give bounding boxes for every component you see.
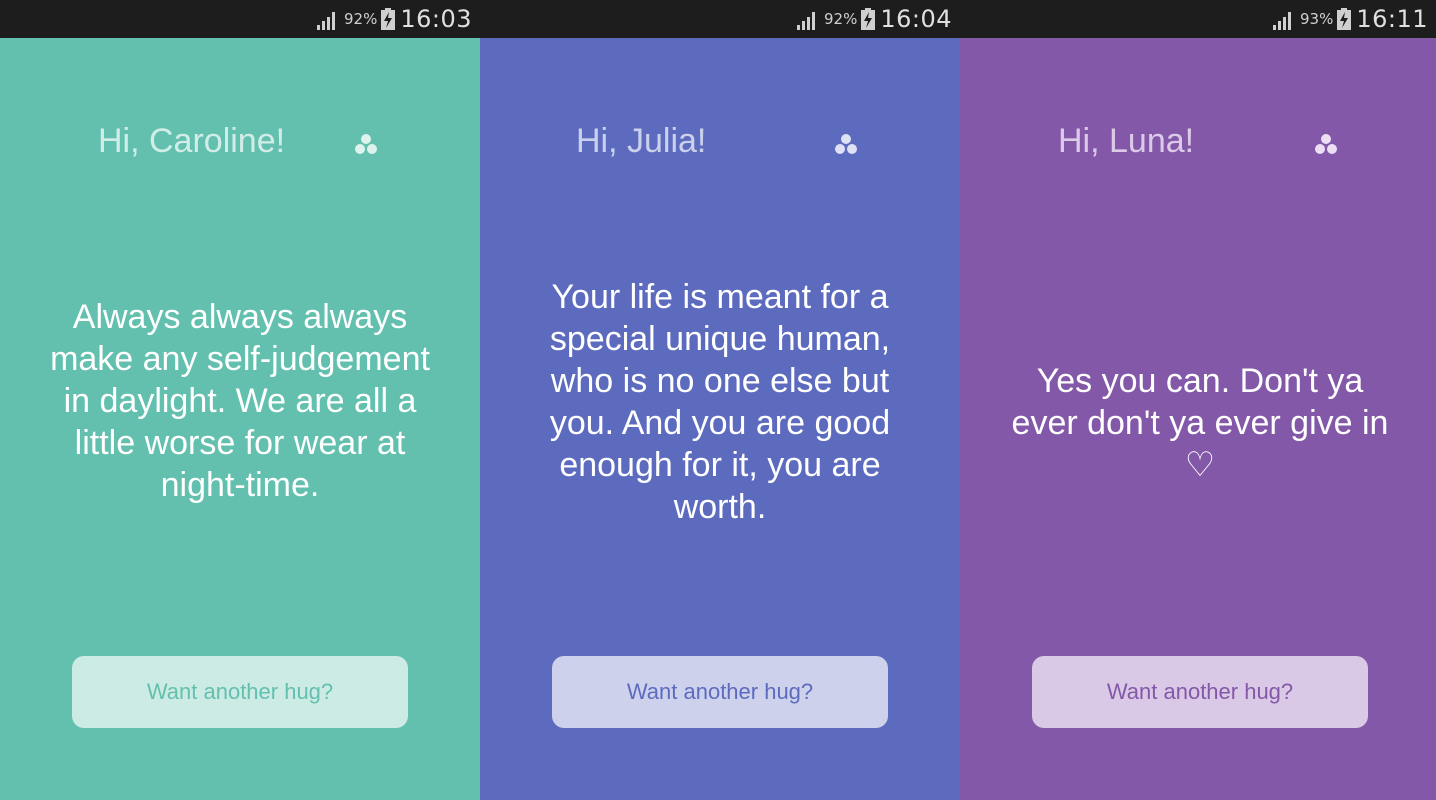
want-another-hug-button[interactable]: Want another hug? <box>72 656 408 728</box>
battery-charging-icon <box>861 8 876 30</box>
hug-content: Hi, Luna! Yes you can. Don't ya ever don… <box>960 38 1436 800</box>
greeting-text: Hi, Julia! <box>576 122 707 160</box>
hug-quote: Always always always make any self-judge… <box>50 298 430 504</box>
greeting-row: Hi, Caroline! <box>0 122 480 162</box>
greeting-text: Hi, Caroline! <box>98 122 286 160</box>
greeting-row: Hi, Luna! <box>960 122 1436 162</box>
three-dots-menu-icon[interactable] <box>1314 132 1338 156</box>
phone-screen-caroline: 92% 16:03 Hi, Caroline! Always always al… <box>0 0 480 800</box>
three-dots-menu-icon[interactable] <box>834 132 858 156</box>
status-bar: 92% 16:04 <box>480 0 960 38</box>
want-another-hug-button[interactable]: Want another hug? <box>552 656 888 728</box>
battery-charging-icon <box>381 8 396 30</box>
hug-quote: Your life is meant for a special unique … <box>549 278 891 526</box>
three-dots-menu-icon[interactable] <box>354 132 378 156</box>
status-bar: 92% 16:03 <box>0 0 480 38</box>
hug-quote: Yes you can. Don't ya ever don't ya ever… <box>1011 362 1389 484</box>
battery-percentage: 92% <box>343 10 378 28</box>
battery-charging-icon <box>1337 8 1352 30</box>
status-clock: 16:03 <box>400 5 472 33</box>
hug-content: Hi, Caroline! Always always always make … <box>0 38 480 800</box>
status-bar: 93% 16:11 <box>960 0 1436 38</box>
greeting-row: Hi, Julia! <box>480 122 960 162</box>
signal-icon <box>796 12 815 30</box>
status-clock: 16:11 <box>1356 5 1428 33</box>
signal-icon <box>316 12 335 30</box>
battery-percentage: 92% <box>823 10 858 28</box>
signal-icon <box>1272 12 1291 30</box>
screens-container: 92% 16:03 Hi, Caroline! Always always al… <box>0 0 1436 800</box>
status-clock: 16:04 <box>880 5 952 33</box>
phone-screen-julia: 92% 16:04 Hi, Julia! Your life is meant … <box>480 0 960 800</box>
phone-screen-luna: 93% 16:11 Hi, Luna! Yes you can. Don't y… <box>960 0 1436 800</box>
hug-content: Hi, Julia! Your life is meant for a spec… <box>480 38 960 800</box>
want-another-hug-button[interactable]: Want another hug? <box>1032 656 1368 728</box>
battery-percentage: 93% <box>1299 10 1334 28</box>
greeting-text: Hi, Luna! <box>1058 122 1195 160</box>
